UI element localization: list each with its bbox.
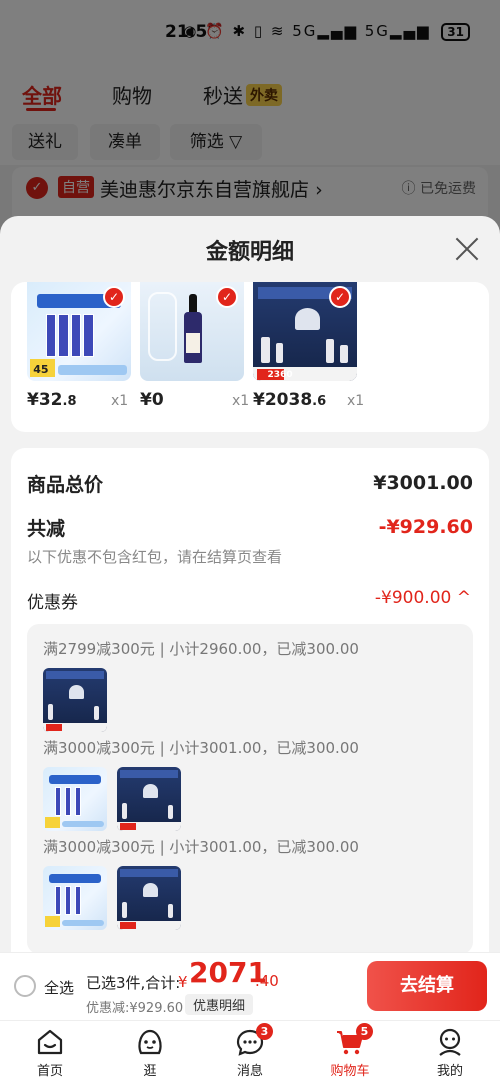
skincare-set-image: 2360 ✓ xyxy=(253,282,357,381)
product-price-decimal: .6 xyxy=(312,394,327,409)
checkout-bar: 全选 已选3件,合计: ¥ 2071 .40 优惠减:¥929.60 优惠明细 … xyxy=(0,952,500,1020)
close-icon[interactable] xyxy=(454,236,480,262)
nav-label: 我的 xyxy=(436,1064,463,1079)
skincare-set-thumb xyxy=(43,668,107,732)
selected-summary: 已选3件,合计: xyxy=(86,974,181,992)
home-icon xyxy=(35,1027,65,1057)
serum-bottle-image: ✓ xyxy=(140,282,244,381)
product-price-decimal: .8 xyxy=(62,394,77,409)
product-price: ¥0 xyxy=(140,390,164,410)
product-price-main: ¥0 xyxy=(140,390,164,410)
nav-cart[interactable]: 5 购物车 xyxy=(315,1023,385,1079)
product-price-main: ¥32 xyxy=(27,390,63,410)
nav-label: 逛 xyxy=(143,1064,157,1079)
price-detail-card: 商品总价 ¥3001.00 共减 -¥929.60 以下优惠不包含红包，请在结算… xyxy=(11,448,489,952)
nav-label: 消息 xyxy=(236,1064,263,1079)
product-check-icon[interactable]: ✓ xyxy=(329,286,351,308)
profile-icon xyxy=(435,1027,465,1057)
facial-mask-pack-image: 45 ✓ xyxy=(27,282,131,381)
total-currency: ¥ xyxy=(178,973,188,991)
amount-detail-sheet: 金额明细 45 ✓ ¥32.8 x1 ✓ ¥0 x1 2360 ✓ ¥2038.… xyxy=(0,216,500,952)
select-all-label[interactable]: 全选 xyxy=(44,977,74,998)
product-price-main: ¥2038 xyxy=(253,390,313,410)
facial-mask-thumb xyxy=(43,866,107,930)
coupon-label: 优惠券 xyxy=(27,593,78,613)
coupon-detail-box: 满2799减300元 | 小计2960.00，已减300.00 满3000减30… xyxy=(27,624,473,952)
facial-mask-thumb xyxy=(43,767,107,831)
message-icon: 3 xyxy=(235,1023,273,1057)
message-badge: 3 xyxy=(256,1023,273,1040)
nav-profile[interactable]: 我的 xyxy=(415,1027,485,1079)
total-amount-decimal: .40 xyxy=(255,972,279,990)
checkout-button[interactable]: 去结算 xyxy=(367,961,487,1011)
product-qty: x1 xyxy=(111,393,129,409)
sheet-title: 金额明细 xyxy=(205,240,294,265)
skincare-set-thumb xyxy=(117,866,181,930)
nav-label: 首页 xyxy=(36,1064,63,1079)
discount-detail-button[interactable]: 优惠明细 xyxy=(185,994,254,1015)
coupon-rule: 满3000减300元 | 小计3001.00，已减300.00 xyxy=(43,739,359,757)
product-qty: x1 xyxy=(347,393,365,409)
discount-summary: 优惠减:¥929.60 xyxy=(86,1001,184,1016)
select-all-checkbox[interactable] xyxy=(14,975,36,997)
cart-icon: 5 xyxy=(335,1023,373,1057)
coupon-rule: 满2799减300元 | 小计2960.00，已减300.00 xyxy=(43,640,359,658)
coupon-rule: 满3000减300元 | 小计3001.00，已减300.00 xyxy=(43,838,359,856)
discount-note: 以下优惠不包含红包，请在结算页查看 xyxy=(27,548,283,566)
product-image-number: 2360 xyxy=(267,370,293,381)
nav-home[interactable]: 首页 xyxy=(15,1027,85,1079)
coupon-toggle[interactable]: -¥900.00 ^ xyxy=(375,588,471,608)
products-card: 45 ✓ ¥32.8 x1 ✓ ¥0 x1 2360 ✓ ¥2038.6 x1 xyxy=(11,282,489,432)
nav-explore[interactable]: 逛 xyxy=(115,1027,185,1079)
explore-icon xyxy=(135,1027,165,1057)
total-reduce-label: 共减 xyxy=(27,518,66,540)
total-reduce-value: -¥929.60 xyxy=(378,516,473,538)
nav-messages[interactable]: 3 消息 xyxy=(215,1023,285,1079)
bottom-nav: 首页 逛 3 消息 5 购物车 我的 xyxy=(0,1020,500,1085)
product-check-icon[interactable]: ✓ xyxy=(216,286,238,308)
product-qty: x1 xyxy=(232,393,250,409)
skincare-set-thumb xyxy=(117,767,181,831)
product-image-number: 45 xyxy=(33,363,49,377)
product-check-icon[interactable]: ✓ xyxy=(103,286,125,308)
nav-label: 购物车 xyxy=(330,1064,370,1079)
cart-badge: 5 xyxy=(356,1023,373,1040)
total-price-label: 商品总价 xyxy=(27,474,104,496)
total-price-value: ¥3001.00 xyxy=(373,472,473,494)
product-price: ¥2038.6 xyxy=(253,390,326,410)
product-price: ¥32.8 xyxy=(27,390,76,410)
